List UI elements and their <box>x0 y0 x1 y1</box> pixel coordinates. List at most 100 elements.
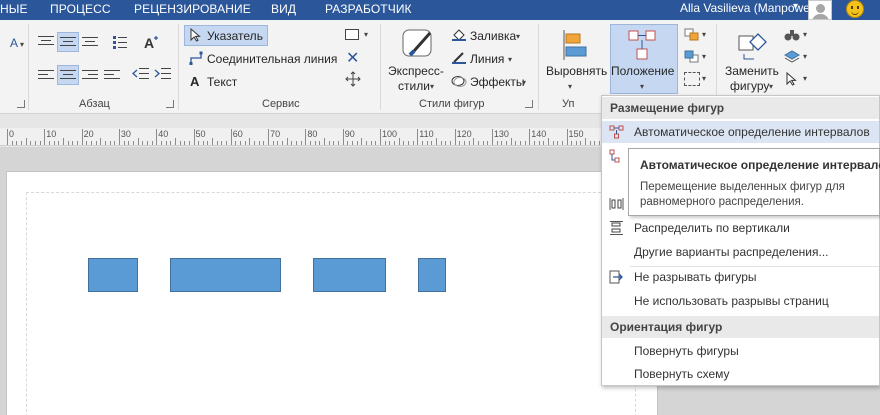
menu-item-no-split[interactable]: Не разрывать фигуры <box>602 266 879 288</box>
ruler-tick <box>412 141 414 145</box>
ruler-tick <box>473 138 475 145</box>
align-middle-icon <box>60 36 76 48</box>
chevron-down-icon[interactable]: ▾ <box>430 82 434 91</box>
ruler-tick <box>445 141 447 145</box>
select-icon[interactable] <box>784 71 800 86</box>
menu-item-distribute-vertically[interactable]: Распределить по вертикали <box>602 217 879 239</box>
menu-item-rotate-shapes[interactable]: Повернуть фигуры <box>602 340 879 362</box>
quick-styles-label-line1[interactable]: Экспресс- <box>388 64 444 78</box>
menu-item-rotate-diagram[interactable]: Повернуть схему <box>602 363 879 385</box>
align-top-icon[interactable] <box>38 35 54 47</box>
chevron-down-icon[interactable]: ▾ <box>769 82 773 91</box>
ruler-tick <box>393 141 395 145</box>
align-shapes-icon[interactable] <box>560 28 590 62</box>
tab-review[interactable]: РЕЦЕНЗИРОВАНИЕ <box>134 2 251 16</box>
tab-view[interactable]: ВИД <box>271 2 296 16</box>
ruler-tick <box>580 141 582 145</box>
effects-label[interactable]: Эффекты <box>470 75 525 89</box>
ruler-tick <box>296 141 298 145</box>
chevron-down-icon[interactable]: ▾ <box>508 55 512 64</box>
fill-label[interactable]: Заливка <box>470 29 516 43</box>
ruler-label: 120 <box>456 129 472 139</box>
line-icon[interactable] <box>452 52 466 64</box>
paragraph-dialog-launcher-icon[interactable] <box>166 100 174 108</box>
chevron-down-icon[interactable]: ▾ <box>20 40 24 49</box>
ruler-tick <box>7 129 8 145</box>
chevron-down-icon[interactable]: ▾ <box>803 30 807 39</box>
chevron-down-icon[interactable]: ▾ <box>702 52 706 61</box>
connector-icon[interactable] <box>189 51 203 65</box>
rectangle-shape-4[interactable] <box>418 258 446 292</box>
ruler-tick <box>356 141 358 145</box>
rectangle-shape-2[interactable] <box>170 258 281 292</box>
ruler-tick <box>109 141 111 145</box>
align-label[interactable]: Выровнять <box>546 64 607 78</box>
align-center-icon <box>60 69 76 81</box>
pointer-icon <box>190 27 202 42</box>
font-size-partial-icon[interactable]: A <box>10 36 18 50</box>
ruler-tick <box>426 141 428 145</box>
change-shape-label-line2[interactable]: фигуру <box>730 79 769 93</box>
ruler-tick <box>100 138 102 145</box>
align-left-icon[interactable] <box>38 69 54 81</box>
ruler-label: 140 <box>531 129 547 139</box>
shape-styles-dialog-launcher-icon[interactable] <box>525 100 533 108</box>
menu-item-auto-space[interactable]: Автоматическое определение интервалов <box>602 121 879 143</box>
justify-icon[interactable] <box>104 69 120 81</box>
send-backward-icon[interactable] <box>684 50 700 64</box>
tab-process[interactable]: ПРОЦЕСС <box>50 2 111 16</box>
feedback-smiley-icon[interactable] <box>846 0 864 18</box>
text-tool-label[interactable]: Текст <box>207 75 237 89</box>
ruler-tick <box>398 138 400 145</box>
text-block-icon[interactable]: A <box>142 34 160 52</box>
bring-forward-icon[interactable] <box>684 28 700 42</box>
ruler-tick <box>310 141 312 145</box>
layers-icon[interactable] <box>783 50 801 64</box>
chevron-down-icon[interactable]: ▾ <box>522 78 526 87</box>
effects-icon[interactable] <box>451 75 467 87</box>
tooltip-title: Автоматическое определение интервалов <box>640 158 880 172</box>
connection-point-icon[interactable] <box>345 71 361 87</box>
change-shape-icon[interactable] <box>736 28 768 62</box>
ruler-tick <box>132 141 134 145</box>
chevron-down-icon[interactable]: ▾ <box>516 32 520 41</box>
connector-tool-label[interactable]: Соединительная линия <box>207 52 337 66</box>
user-menu-caret-icon[interactable]: ▾ <box>793 1 798 12</box>
bullets-icon[interactable] <box>112 34 128 50</box>
rectangle-shape-1[interactable] <box>88 258 138 292</box>
ruler-tick <box>202 141 204 145</box>
increase-indent-icon[interactable] <box>154 66 172 82</box>
tab-developer[interactable]: РАЗРАБОТЧИК <box>325 2 412 16</box>
menu-item-other-distribute[interactable]: Другие варианты распределения... <box>602 241 879 263</box>
align-bottom-icon[interactable] <box>82 36 98 48</box>
rectangle-shape-3[interactable] <box>313 258 386 292</box>
line-label[interactable]: Линия <box>470 52 504 66</box>
close-icon[interactable]: ✕ <box>346 48 359 68</box>
tab-design-partial[interactable]: НЫЕ <box>0 2 28 16</box>
chevron-down-icon[interactable]: ▾ <box>364 30 368 39</box>
find-binoculars-icon[interactable] <box>784 28 800 42</box>
ruler-tick <box>515 141 517 145</box>
align-right-icon[interactable] <box>82 69 98 81</box>
text-tool-icon[interactable]: A <box>190 74 199 89</box>
group-icon[interactable] <box>684 72 700 86</box>
quick-styles-label-line2[interactable]: стили <box>398 79 430 93</box>
font-dialog-launcher-icon[interactable] <box>17 100 25 108</box>
quick-styles-icon[interactable] <box>400 27 436 61</box>
ruler-label: 40 <box>158 129 169 139</box>
rectangle-tool-icon[interactable] <box>345 29 359 40</box>
chevron-down-icon[interactable]: ▾ <box>568 82 572 91</box>
avatar[interactable] <box>808 0 832 20</box>
chevron-down-icon[interactable]: ▾ <box>803 74 807 83</box>
fill-icon[interactable] <box>452 29 466 41</box>
chevron-down-icon[interactable]: ▾ <box>702 74 706 83</box>
menu-item-no-page-breaks[interactable]: Не использовать разрывы страниц <box>602 290 879 312</box>
ruler-tick <box>249 138 251 145</box>
ruler-tick <box>319 141 321 145</box>
change-shape-label-line1[interactable]: Заменить <box>725 64 779 78</box>
ruler-tick <box>207 141 209 145</box>
chevron-down-icon[interactable]: ▾ <box>702 30 706 39</box>
distribute-vertical-icon <box>609 221 624 235</box>
decrease-indent-icon[interactable] <box>132 66 150 82</box>
chevron-down-icon[interactable]: ▾ <box>803 52 807 61</box>
